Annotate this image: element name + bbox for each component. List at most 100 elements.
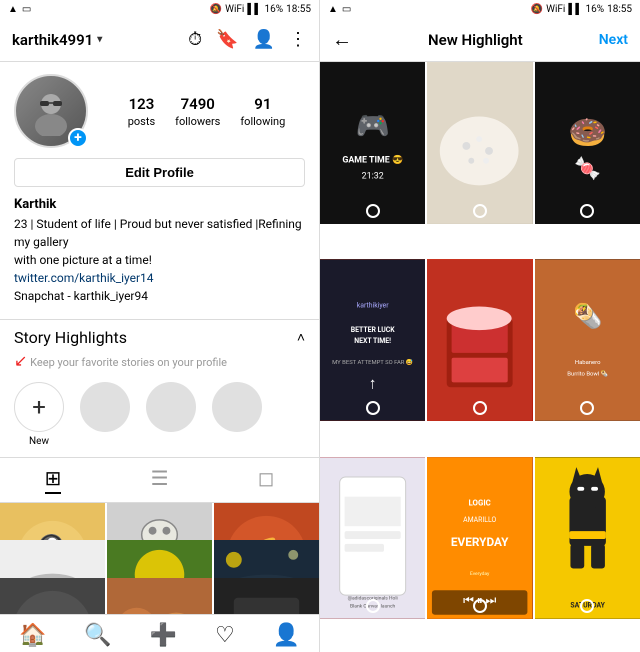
highlight-cell-9[interactable]: SATURDAY <box>535 457 640 619</box>
avatar-add-button[interactable]: + <box>68 128 88 148</box>
highlight-cell-1[interactable]: Feb 8 🎮 GAME TIME 😎 21:32 <box>320 62 425 224</box>
stat-followers[interactable]: 7490 followers <box>175 95 220 128</box>
tab-grid[interactable]: ⊞ <box>45 466 62 494</box>
tab-list[interactable]: ☰ <box>151 466 169 494</box>
highlight-cell-7[interactable]: Feb 23 @adidascoriginals Holi Blank Canv… <box>320 457 425 619</box>
cell-circle-8 <box>473 599 487 613</box>
right-title: New Highlight <box>428 31 523 49</box>
nav-search-icon[interactable]: 🔍 <box>84 623 111 648</box>
clock-icon[interactable]: ⏱ <box>188 29 202 50</box>
nav-home-icon[interactable]: 🏠 <box>19 623 46 648</box>
highlight-circle-gray-1 <box>80 382 130 432</box>
edit-profile-button[interactable]: Edit Profile <box>14 158 305 187</box>
posts-label: posts <box>128 115 155 128</box>
left-panel: ▲ ▭ 🔕 WiFi ▌▌ 16% 18:55 karthik4991 ▾ ⏱ … <box>0 0 320 652</box>
r-time: 18:55 <box>607 4 632 15</box>
highlights-subtitle: ↙ Keep your favorite stories on your pro… <box>0 351 319 376</box>
svg-text:↑: ↑ <box>369 374 377 393</box>
highlight-grid: Feb 8 🎮 GAME TIME 😎 21:32 Feb 10 <box>320 62 640 652</box>
next-button[interactable]: Next <box>599 32 628 48</box>
notification-icon: ▲ <box>8 4 18 15</box>
right-top-nav: ← New Highlight Next <box>320 18 640 62</box>
more-icon[interactable]: ⋮ <box>289 29 307 50</box>
svg-text:EVERYDAY: EVERYDAY <box>451 535 509 549</box>
cell-circle-5 <box>473 401 487 415</box>
grid-item-8[interactable] <box>107 578 212 614</box>
highlight-cell-8[interactable]: Mar 3 LOGIC AMARILLO EVERYDAY ⏮ ⏸ ⏭ Ever… <box>427 457 532 619</box>
highlight-circle-2[interactable] <box>146 382 196 432</box>
highlight-cell-5[interactable] <box>427 259 532 421</box>
svg-text:21:32: 21:32 <box>362 172 384 182</box>
arrow-icon: ↙ <box>14 351 27 370</box>
profile-top: + 123 posts 7490 followers 91 following <box>14 74 305 148</box>
highlight-cell-6[interactable]: Feb 18 🌯 Habanero Burrito Bowl 🌯 <box>535 259 640 421</box>
top-nav-icons: ⏱ 🔖 👤 ⋮ <box>188 29 307 50</box>
highlight-new[interactable]: + New <box>14 382 64 447</box>
highlight-img-5 <box>427 259 532 421</box>
username-text: karthik4991 <box>12 31 93 49</box>
plus-icon: + <box>32 395 46 419</box>
r-wifi-icon: WiFi <box>546 4 565 15</box>
bio-name: Karthik <box>14 195 305 215</box>
highlight-circle-gray-2 <box>146 382 196 432</box>
r-notification-icon: ▲ <box>328 4 338 15</box>
r-signal-icon: ▌▌ <box>568 4 582 15</box>
grid-img-7 <box>0 578 105 614</box>
highlight-cell-4[interactable]: Feb 13 karthikiyer BETTER LUCK NEXT TIME… <box>320 259 425 421</box>
right-panel: ▲ ▭ 🔕 WiFi ▌▌ 16% 18:55 ← New Highlight … <box>320 0 640 652</box>
stat-posts[interactable]: 123 posts <box>128 95 155 128</box>
cell-circle-2 <box>473 204 487 218</box>
highlights-chevron-icon[interactable]: ˄ <box>297 329 305 346</box>
highlight-img-4: karthikiyer BETTER LUCK NEXT TIME! MY BE… <box>320 259 425 421</box>
avatar-image <box>26 86 76 136</box>
cell-circle-4 <box>366 401 380 415</box>
following-label: following <box>240 115 285 128</box>
cell-circle-7 <box>366 599 380 613</box>
highlight-cell-2[interactable]: Feb 10 <box>427 62 532 224</box>
posts-count: 123 <box>129 95 155 113</box>
bottom-nav: 🏠 🔍 ➕ ♡ 👤 <box>0 614 319 652</box>
mute-icon: 🔕 <box>210 4 222 15</box>
grid-item-7[interactable] <box>0 578 105 614</box>
story-highlights: Story Highlights ˄ ↙ Keep your favorite … <box>0 319 319 457</box>
followers-count: 7490 <box>181 95 215 113</box>
svg-text:🎮: 🎮 <box>356 109 390 142</box>
grid-img-9 <box>214 578 319 614</box>
username-area[interactable]: karthik4991 ▾ <box>12 31 102 49</box>
highlight-cell-3[interactable]: Feb 11 🍩 🍬 <box>535 62 640 224</box>
status-bar-right: ▲ ▭ 🔕 WiFi ▌▌ 16% 18:55 <box>320 0 640 18</box>
person-add-icon[interactable]: 👤 <box>253 29 275 50</box>
highlight-add-circle[interactable]: + <box>14 382 64 432</box>
svg-text:🍩: 🍩 <box>568 114 607 151</box>
followers-label: followers <box>175 115 220 128</box>
highlight-circle-3[interactable] <box>212 382 262 432</box>
highlight-circle-1[interactable] <box>80 382 130 432</box>
stat-following[interactable]: 91 following <box>240 95 285 128</box>
back-button[interactable]: ← <box>332 27 352 52</box>
highlights-row: + New <box>0 376 319 457</box>
time-left: 18:55 <box>286 4 311 15</box>
nav-heart-icon[interactable]: ♡ <box>215 623 235 648</box>
status-bar-left: ▲ ▭ 🔕 WiFi ▌▌ 16% 18:55 <box>0 0 319 18</box>
svg-text:AMARILLO: AMARILLO <box>463 516 496 524</box>
username-chevron: ▾ <box>97 34 102 45</box>
grid-item-9[interactable] <box>214 578 319 614</box>
grid-img-8 <box>107 578 212 614</box>
signal-icon: ▌▌ <box>247 4 261 15</box>
bio-twitter[interactable]: twitter.com/karthik_iyer14 <box>14 269 305 287</box>
highlight-img-6: 🌯 Habanero Burrito Bowl 🌯 <box>535 259 640 421</box>
svg-text:MY BEST ATTEMPT SO FAR 😅: MY BEST ATTEMPT SO FAR 😅 <box>332 359 413 367</box>
highlight-img-7: @adidascoriginals Holi Blank Canvas laun… <box>320 457 425 619</box>
bookmark-icon[interactable]: 🔖 <box>216 29 238 50</box>
avatar-wrap: + <box>14 74 88 148</box>
bio-line2: with one picture at a time! <box>14 251 305 269</box>
nav-add-icon[interactable]: ➕ <box>150 623 177 648</box>
status-icons-right: 🔕 WiFi ▌▌ 16% 18:55 <box>210 4 311 15</box>
nav-profile-icon[interactable]: 👤 <box>273 623 300 648</box>
cell-circle-6 <box>580 401 594 415</box>
svg-text:Everyday: Everyday <box>470 571 490 577</box>
svg-text:Burrito Bowl 🌯: Burrito Bowl 🌯 <box>567 370 608 378</box>
tab-tag[interactable]: ◻ <box>258 466 275 494</box>
screen-icon: ▭ <box>22 4 31 15</box>
svg-text:🌯: 🌯 <box>573 302 602 330</box>
